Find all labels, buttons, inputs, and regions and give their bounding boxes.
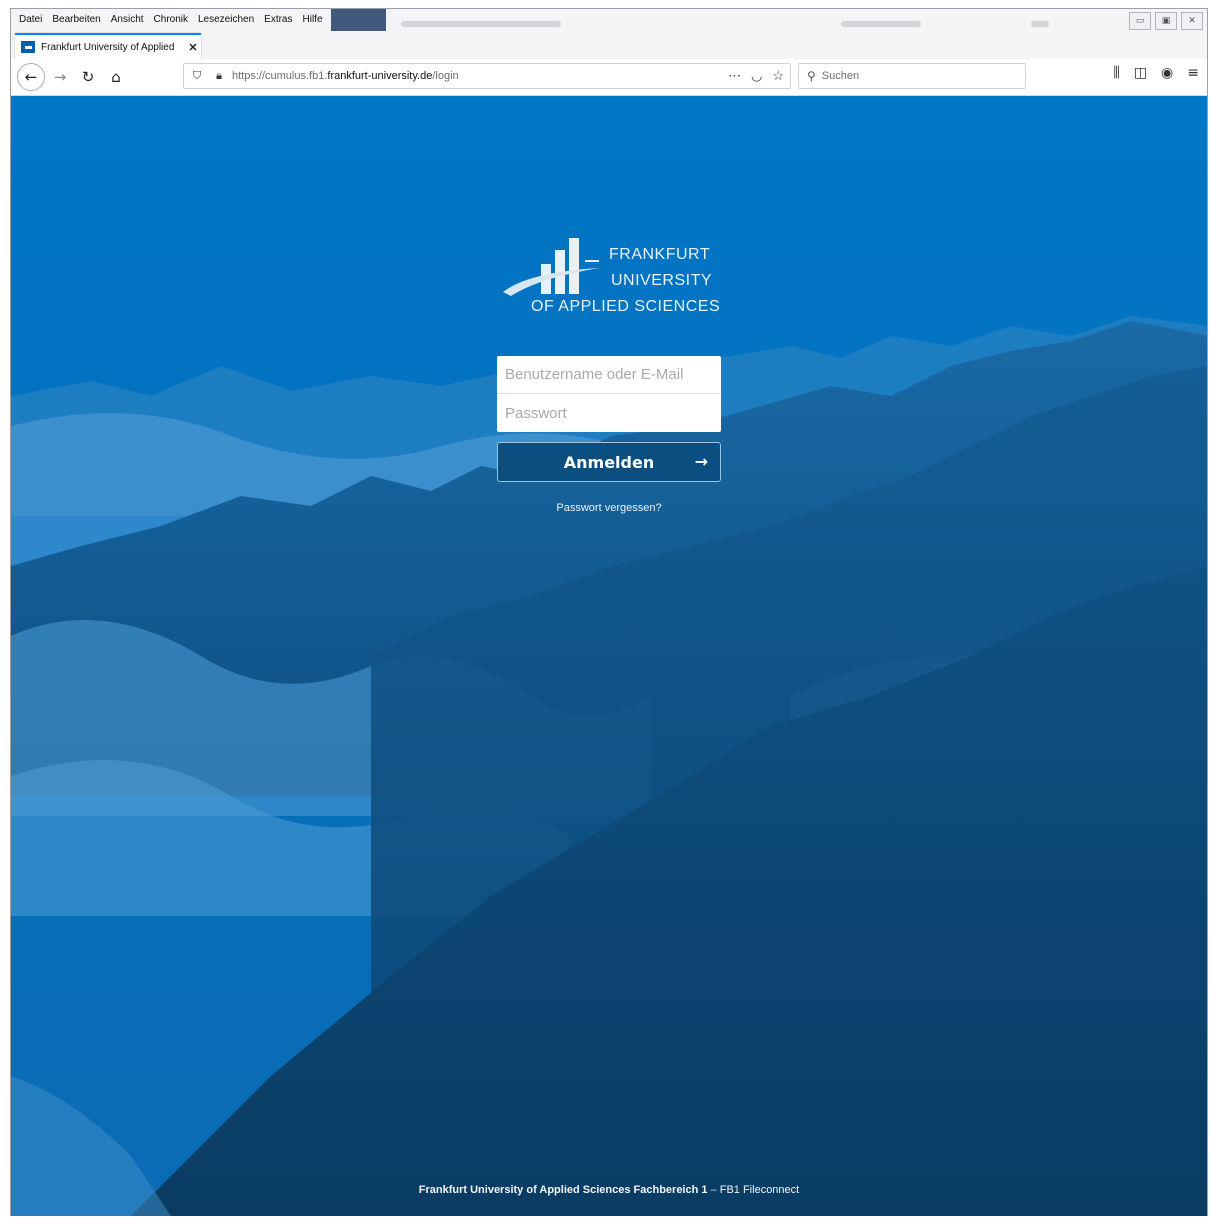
forward-icon[interactable]: → (47, 64, 73, 90)
footer-entity: Frankfurt University of Applied Sciences… (418, 1184, 708, 1196)
sidebar-icon[interactable]: ◫ (1134, 65, 1147, 81)
menu-bearbeiten[interactable]: Bearbeiten (47, 9, 105, 31)
logo-text-applied-sciences: OF APPLIED SCIENCES (531, 298, 721, 315)
page-actions-icon[interactable]: ⋯ (728, 68, 741, 84)
minimize-icon[interactable]: ▭ (1129, 12, 1151, 30)
close-window-icon[interactable]: ✕ (1181, 12, 1203, 30)
favicon-icon (21, 41, 35, 53)
menu-extras[interactable]: Extras (259, 9, 297, 31)
redacted-text (841, 21, 921, 27)
home-icon[interactable]: ⌂ (103, 64, 129, 90)
account-icon[interactable]: ◉ (1161, 65, 1173, 81)
search-icon: ⚲ (807, 69, 816, 83)
password-input[interactable] (497, 394, 721, 432)
tab-active[interactable]: Frankfurt University of Applied ✕ (15, 33, 201, 59)
page-content: FRANKFURT UNIVERSITY OF APPLIED SCIENCES… (11, 96, 1207, 1216)
pocket-icon[interactable]: ◡ (751, 68, 762, 84)
tab-close-icon[interactable]: ✕ (185, 41, 201, 54)
menu-ansicht[interactable]: Ansicht (106, 9, 149, 31)
back-icon[interactable]: ← (17, 63, 45, 91)
toolbar-right: ⫼ ◫ ◉ ≡ (1113, 65, 1199, 81)
username-input[interactable] (497, 356, 721, 394)
tab-title: Frankfurt University of Applied (41, 41, 175, 53)
reload-icon[interactable]: ↻ (75, 64, 101, 90)
menu-chronik[interactable]: Chronik (149, 9, 193, 31)
login-button[interactable]: Anmelden → (497, 442, 721, 482)
search-bar[interactable]: ⚲ Suchen (798, 63, 1026, 89)
footer-slogan: FB1 Fileconnect (719, 1184, 800, 1196)
lock-icon[interactable]: 🔒︎ (210, 70, 228, 83)
page-footer: Frankfurt University of Applied Sciences… (11, 1184, 1207, 1196)
logo-text-university: UNIVERSITY (611, 272, 713, 289)
university-logo: FRANKFURT UNIVERSITY OF APPLIED SCIENCES (499, 226, 721, 326)
menu-hilfe[interactable]: Hilfe (298, 9, 328, 31)
menu-icon[interactable]: ≡ (1187, 65, 1199, 81)
url-bar[interactable]: ⛉ 🔒︎ https://cumulus.fb1.frankfurt-unive… (183, 63, 791, 89)
menu-datei[interactable]: Datei (11, 9, 47, 31)
window-controls: ▭ ▣ ✕ (1129, 12, 1203, 30)
browser-window: Datei Bearbeiten Ansicht Chronik Lesezei… (10, 8, 1208, 1216)
shield-icon[interactable]: ⛉ (188, 70, 206, 83)
menu-lesezeichen[interactable]: Lesezeichen (193, 9, 259, 31)
arrow-right-icon: → (694, 452, 708, 471)
forgot-password-link[interactable]: Passwort vergessen? (497, 502, 721, 514)
logo-text-frankfurt: FRANKFURT (609, 246, 711, 263)
login-form: Anmelden → Passwort vergessen? (497, 356, 721, 514)
menu-bar: Datei Bearbeiten Ansicht Chronik Lesezei… (11, 9, 1207, 31)
footer-separator: – (707, 1184, 720, 1196)
library-icon[interactable]: ⫼ (1113, 65, 1119, 81)
url-text[interactable]: https://cumulus.fb1.frankfurt-university… (232, 70, 459, 82)
search-placeholder: Suchen (821, 70, 860, 82)
tab-strip: Frankfurt University of Applied ✕ (11, 31, 1207, 59)
redacted-text (1031, 21, 1049, 27)
navigation-bar: ← → ↻ ⌂ ⛉ 🔒︎ https://cumulus.fb1.frankfu… (11, 59, 1207, 96)
redacted-text (401, 21, 561, 27)
bookmark-star-icon[interactable]: ☆ (772, 68, 784, 84)
maximize-icon[interactable]: ▣ (1155, 12, 1177, 30)
login-button-label: Anmelden (563, 452, 655, 472)
logo-bars-icon (503, 238, 599, 296)
